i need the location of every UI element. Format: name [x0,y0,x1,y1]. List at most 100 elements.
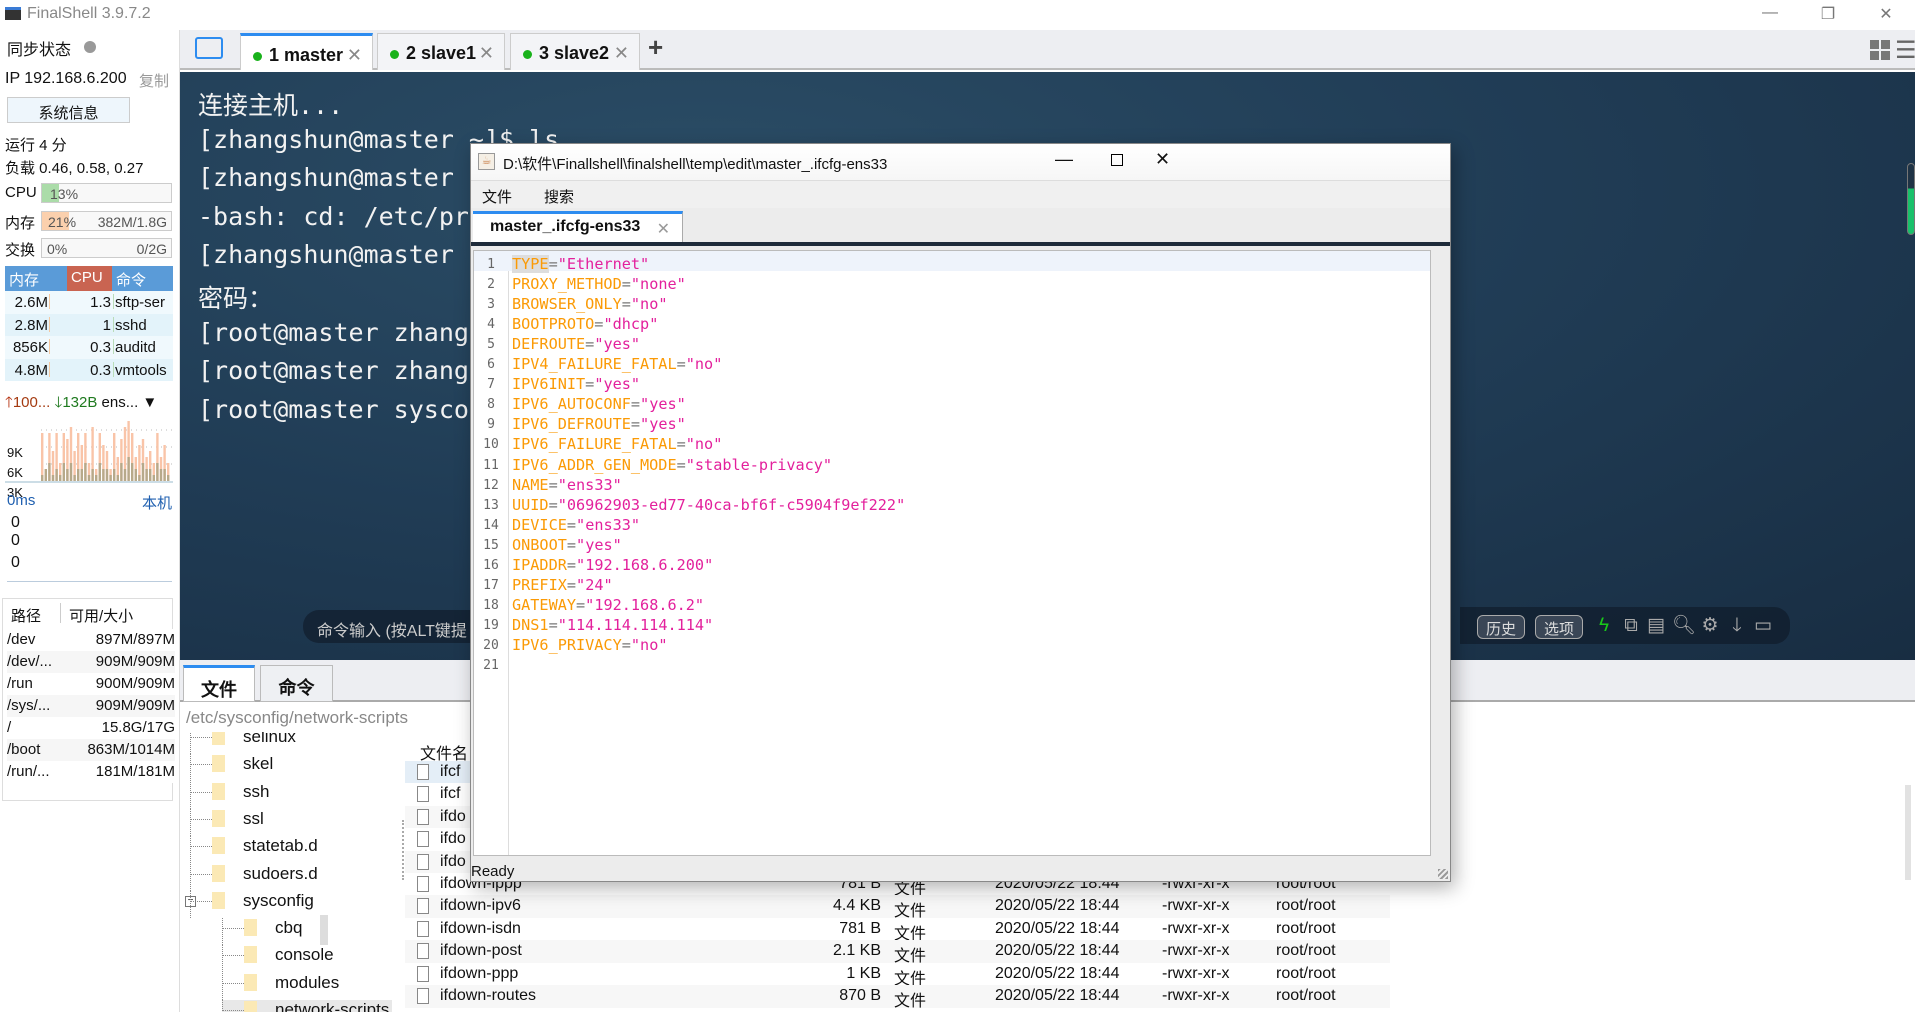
paste-icon[interactable]: ▤ [1645,615,1667,637]
disk-row[interactable]: /dev/... 909M/909M [7,651,175,673]
col-memory[interactable]: 内存 [5,266,67,291]
editor-maximize-button[interactable] [1111,154,1123,166]
menu-search[interactable]: 搜索 [544,186,574,207]
copy-icon[interactable]: ⧉ [1620,615,1642,637]
editor-minimize-button[interactable]: — [1055,149,1073,170]
folder-open-icon[interactable] [195,37,223,59]
tab-master[interactable]: 1 master ✕ [240,33,373,70]
tree-item[interactable]: selinux [190,732,390,754]
code-line: IPV6_AUTOCONF="yes" [512,395,686,414]
disk-row[interactable]: /run/... 181M/181M [7,761,175,783]
tab-slave2[interactable]: 3 slave2 ✕ [510,33,640,70]
disk-path: /run/... [7,763,50,780]
tree-label: console [275,945,334,965]
process-row[interactable]: 4.8M 0.3 vmtools [5,358,173,381]
add-tab-button[interactable]: + [648,32,663,63]
minimize-button[interactable]: — [1750,4,1790,26]
layout-grid-icon[interactable] [1870,40,1890,60]
file-owner: root/root [1276,897,1336,915]
tree-item[interactable]: network-scripts [222,1000,392,1012]
process-row[interactable]: 2.6M 1.3 sftp-ser [5,291,173,314]
disk-row[interactable]: / 15.8G/17G [7,717,175,739]
disk-size: 863M/1014M [87,741,175,758]
tree-item[interactable]: ssh [190,781,390,809]
code-editor[interactable]: 1 TYPE="Ethernet" 2 PROXY_METHOD="none" 3 BRO… [473,250,1431,856]
col-cpu[interactable]: CPU [67,266,112,291]
file-row[interactable]: ifdown-routes 870 B 文件 2020/05/22 18:44 … [405,985,1390,1010]
tree-scrollbar[interactable] [320,915,328,945]
close-button[interactable]: ✕ [1866,4,1906,26]
config-key: IPV6_PRIVACY [512,635,622,654]
disk-row[interactable]: /sys/... 909M/909M [7,695,175,717]
disk-size: 900M/909M [95,675,175,692]
file-row[interactable]: ifdown-post 2.1 KB 文件 2020/05/22 18:44 -… [405,940,1390,965]
tab-commands[interactable]: 命令 [260,665,333,702]
line-number: 14 [483,517,499,533]
copy-ip-button[interactable]: 复制 [139,70,169,91]
menu-file[interactable]: 文件 [482,186,512,207]
fullscreen-icon[interactable]: ▭ [1752,615,1774,637]
close-tab-icon[interactable]: ✕ [347,45,362,66]
tree-item[interactable]: sudoers.d [190,863,390,891]
col-command[interactable]: 命令 [112,266,173,291]
menu-icon[interactable]: ☰ [1895,36,1915,65]
swap-usage-bar: 0% 0/2G [41,238,172,258]
tree-item[interactable]: statetab.d [190,836,390,864]
tree-item[interactable]: skel [190,754,390,782]
config-value: Ethernet [566,255,641,273]
editor-tab[interactable]: master_.ifcfg-ens33 ✕ [473,211,683,242]
system-info-button[interactable]: 系统信息 [7,97,130,123]
config-key: IPV4_FAILURE_FATAL [512,355,677,374]
disk-row[interactable]: /dev 897M/897M [7,629,175,651]
col-path[interactable]: 路径 [11,605,41,626]
download-bar [167,475,170,481]
folder-icon [212,837,225,855]
restore-button[interactable]: ❐ [1808,4,1848,26]
download-icon[interactable]: 🡓 [1726,615,1748,637]
close-tab-icon[interactable]: ✕ [657,219,670,239]
process-command: vmtools [115,361,167,379]
close-tab-icon[interactable]: ✕ [614,43,629,64]
process-row[interactable]: 856K 0.3 auditd [5,336,173,359]
dropdown-icon[interactable]: ▼ [138,394,157,411]
download-bar [91,469,94,481]
file-list-scrollbar[interactable] [1905,785,1911,880]
col-size[interactable]: 可用/大小 [69,605,133,626]
file-row[interactable]: ifdown-ppp 1 KB 文件 2020/05/22 18:44 -rwx… [405,962,1390,988]
file-row[interactable]: ifdown-ipv6 4.4 KB 文件 2020/05/22 18:44 -… [405,895,1390,920]
disk-row[interactable]: /boot 863M/1014M [7,739,175,761]
ping-target[interactable]: 本机 [142,492,172,513]
tree-label: cbq [275,918,303,938]
network-graph [5,421,173,483]
file-icon [417,920,429,937]
tree-item[interactable]: cbq [222,918,392,946]
config-key: GATEWAY [512,595,577,614]
tree-item[interactable]: ssl [190,808,390,836]
file-row[interactable]: ifdown-isdn 781 B 文件 2020/05/22 18:44 -r… [405,917,1390,943]
cpu-label: CPU [5,184,37,201]
editor-close-button[interactable]: ✕ [1155,149,1170,170]
process-row[interactable]: 2.8M 1 sshd [5,313,173,336]
tree-item[interactable]: modules [222,972,392,1000]
options-button[interactable]: 选项 [1535,615,1584,639]
tree-item[interactable]: − sysconfig [185,890,390,918]
close-tab-icon[interactable]: ✕ [479,43,494,64]
disk-row[interactable]: /run 900M/909M [7,673,175,695]
download-bar [62,463,65,481]
download-bar [98,463,101,481]
lightning-icon[interactable]: ϟ [1593,615,1615,637]
tab-files[interactable]: 文件 [183,665,255,702]
tree-item[interactable]: console [222,945,392,973]
uptime: 运行 4 分 [5,137,67,154]
resize-grip[interactable] [1438,869,1448,879]
download-bar [159,469,163,481]
code-line: BROWSER_ONLY="no" [512,295,668,314]
folder-icon [212,809,225,827]
terminal-line: 连接主机... [198,91,344,120]
history-button[interactable]: 历史 [1477,615,1526,639]
path-input[interactable]: /etc/sysconfig/network-scripts [180,704,480,732]
interface-select[interactable]: ens... [102,394,139,411]
gear-icon[interactable]: ⚙ [1699,615,1721,637]
tab-slave1[interactable]: 2 slave1 ✕ [377,33,505,70]
search-icon[interactable]: 🔍︎ [1672,615,1696,637]
